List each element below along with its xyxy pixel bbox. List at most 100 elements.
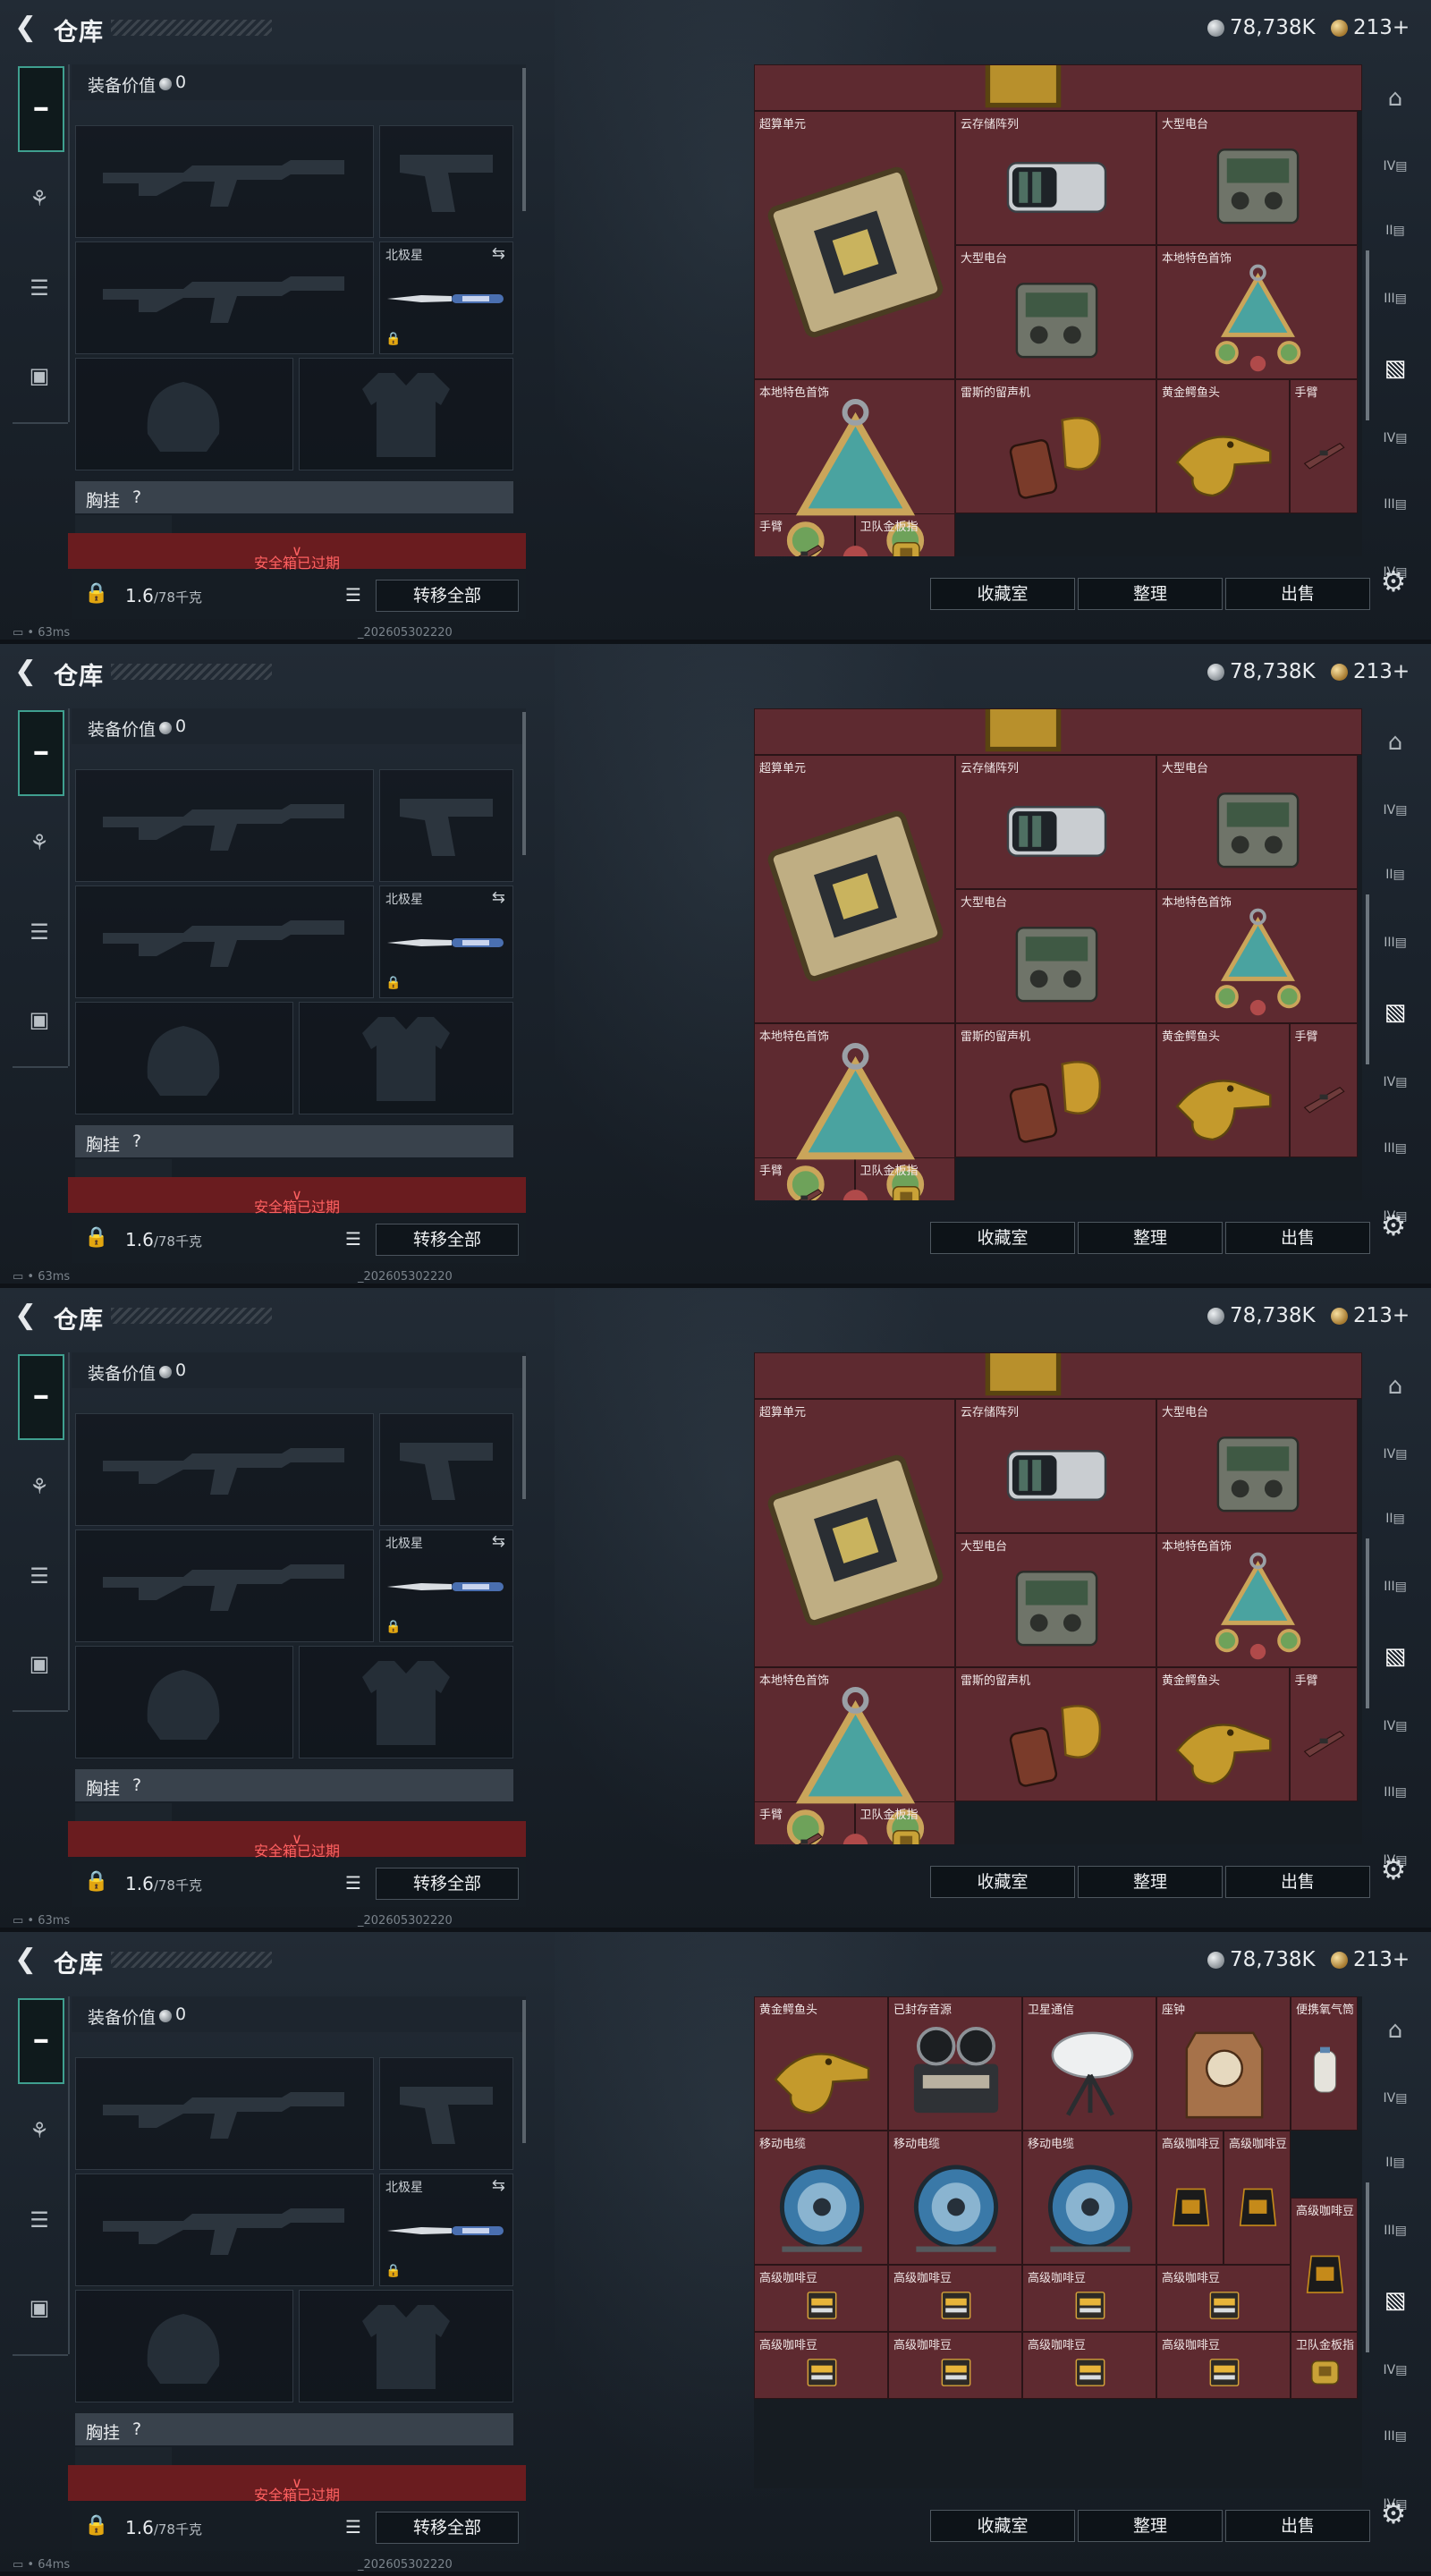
tab-armor[interactable]: ⚘ — [18, 1465, 61, 1508]
swap-icon[interactable]: ⇆ — [492, 244, 505, 263]
sort-button[interactable]: 整理 — [1078, 1222, 1223, 1254]
primary-weapon-slot[interactable] — [75, 125, 374, 238]
storage-item[interactable]: 黄金鳄鱼头 — [754, 1996, 888, 2131]
secondary-weapon-slot[interactable] — [75, 886, 374, 998]
melee-slot[interactable]: 北极星 ⇆ 🔒 — [379, 1530, 513, 1642]
category-all-icon[interactable]: ⌂ — [1377, 1368, 1413, 1404]
category-tab-1[interactable]: IV▤ — [1377, 148, 1413, 184]
storage-item[interactable]: 本地特色首饰 — [754, 1667, 955, 1844]
transfer-all-button[interactable]: 转移全部 — [376, 1224, 519, 1256]
gold-balance[interactable]: 213+ — [1331, 1947, 1410, 1972]
swap-icon[interactable]: ⇆ — [492, 1532, 505, 1551]
sidearm-slot[interactable] — [379, 125, 513, 238]
back-arrow-icon[interactable]: ❮ — [14, 658, 41, 685]
storage-item[interactable]: 雷斯的留声机 — [955, 1023, 1156, 1157]
category-tab-5[interactable]: IV▤ — [1377, 1708, 1413, 1744]
category-all-icon[interactable]: ⌂ — [1377, 724, 1413, 760]
transfer-all-button[interactable]: 转移全部 — [376, 1868, 519, 1900]
gear-icon[interactable]: ⚙ — [1377, 1209, 1410, 1241]
category-tab-3[interactable]: III▤ — [1377, 925, 1413, 961]
equipment-scrollbar[interactable] — [522, 68, 526, 211]
storage-item[interactable]: 手臂 — [1289, 379, 1358, 513]
storage-item[interactable]: 雷斯的留声机 — [955, 1667, 1156, 1801]
storage-item[interactable]: 本地特色首饰 — [754, 379, 955, 556]
storage-item[interactable]: 高级咖啡豆 — [754, 2265, 888, 2332]
tab-vest[interactable]: ☰ — [18, 267, 61, 309]
collection-room-button[interactable]: 收藏室 — [930, 1222, 1075, 1254]
storage-item[interactable]: 大型电台 — [955, 889, 1156, 1023]
category-tab-5[interactable]: IV▤ — [1377, 2352, 1413, 2388]
storage-item[interactable]: 高级咖啡豆 — [1224, 2131, 1291, 2265]
equipment-scrollbar[interactable] — [522, 1356, 526, 1499]
category-all-icon[interactable]: ⌂ — [1377, 80, 1413, 116]
storage-cell-partial[interactable] — [754, 64, 1362, 111]
storage-item[interactable]: 高级咖啡豆 — [888, 2332, 1022, 2399]
armor-slot[interactable] — [299, 1002, 513, 1114]
tab-vest[interactable]: ☰ — [18, 1555, 61, 1597]
category-tab-2[interactable]: II▤ — [1377, 213, 1413, 249]
storage-grid[interactable]: 黄金鳄鱼头 已封存音源 卫星通信 座钟 便携氧气筒 移动电缆 移动电缆 移动电缆 高级咖啡豆 高级… — [754, 1996, 1362, 2488]
storage-grid[interactable]: 超算单元 云存储阵列 大型电台 大型电台 本地特色首饰 本地特色首饰 雷斯的留声机 黄金鳄鱼头… — [754, 708, 1362, 1200]
category-valuables-icon[interactable]: ▧ — [1377, 1639, 1413, 1674]
storage-item[interactable]: 雷斯的留声机 — [955, 379, 1156, 513]
category-tab-1[interactable]: IV▤ — [1377, 2080, 1413, 2116]
storage-item[interactable]: 座钟 — [1156, 1996, 1291, 2131]
storage-item[interactable]: 云存储阵列 — [955, 111, 1156, 245]
category-all-icon[interactable]: ⌂ — [1377, 2012, 1413, 2048]
sell-button[interactable]: 出售 — [1225, 578, 1370, 610]
tab-weapons[interactable]: ━ — [18, 66, 64, 152]
category-tab-1[interactable]: IV▤ — [1377, 1436, 1413, 1472]
armor-slot[interactable] — [299, 358, 513, 470]
storage-item[interactable]: 移动电缆 — [888, 2131, 1022, 2265]
storage-item[interactable]: 手臂 — [1289, 1023, 1358, 1157]
storage-item[interactable]: 高级咖啡豆 — [1156, 2265, 1291, 2332]
gold-balance[interactable]: 213+ — [1331, 659, 1410, 684]
storage-item[interactable]: 大型电台 — [1156, 111, 1358, 245]
tab-backpack[interactable]: ▣ — [18, 1642, 61, 1685]
storage-scrollbar[interactable] — [1366, 1538, 1369, 1708]
helmet-slot[interactable] — [75, 1646, 293, 1758]
category-tab-3[interactable]: III▤ — [1377, 1569, 1413, 1605]
chest-rig-slot[interactable]: 胸挂 ? — [75, 1125, 513, 1157]
storage-item[interactable]: 高级咖啡豆 — [754, 2332, 888, 2399]
secondary-weapon-slot[interactable] — [75, 1530, 374, 1642]
category-valuables-icon[interactable]: ▧ — [1377, 995, 1413, 1030]
category-tab-6[interactable]: III▤ — [1377, 1775, 1413, 1810]
storage-item[interactable]: 超算单元 — [754, 1399, 955, 1667]
storage-item[interactable]: 超算单元 — [754, 755, 955, 1023]
sell-button[interactable]: 出售 — [1225, 1222, 1370, 1254]
category-tab-2[interactable]: II▤ — [1377, 1501, 1413, 1537]
tab-backpack[interactable]: ▣ — [18, 354, 61, 397]
safebox-expired-banner[interactable]: 安全箱已过期 ∨ — [68, 1177, 526, 1216]
sort-button[interactable]: 整理 — [1078, 1866, 1223, 1898]
storage-item[interactable]: 高级咖啡豆 — [888, 2265, 1022, 2332]
swap-icon[interactable]: ⇆ — [492, 888, 505, 907]
back-arrow-icon[interactable]: ❮ — [14, 1302, 41, 1329]
list-view-icon[interactable]: ☰ — [340, 2513, 367, 2540]
storage-item[interactable]: 本地特色首饰 — [1156, 1533, 1358, 1667]
category-tab-3[interactable]: III▤ — [1377, 281, 1413, 317]
gold-balance[interactable]: 213+ — [1331, 1303, 1410, 1328]
transfer-all-button[interactable]: 转移全部 — [376, 580, 519, 612]
safebox-expired-banner[interactable]: 安全箱已过期 ∨ — [68, 2465, 526, 2504]
storage-item[interactable]: 本地特色首饰 — [1156, 889, 1358, 1023]
safebox-expired-banner[interactable]: 安全箱已过期 ∨ — [68, 1821, 526, 1860]
storage-scrollbar[interactable] — [1366, 250, 1369, 420]
tab-weapons[interactable]: ━ — [18, 710, 64, 796]
secondary-weapon-slot[interactable] — [75, 2174, 374, 2286]
sell-button[interactable]: 出售 — [1225, 1866, 1370, 1898]
storage-item[interactable]: 卫队金板指 — [1291, 2332, 1358, 2399]
storage-item[interactable]: 超算单元 — [754, 111, 955, 379]
tab-backpack[interactable]: ▣ — [18, 998, 61, 1041]
storage-cell-partial[interactable] — [754, 708, 1362, 755]
armor-slot[interactable] — [299, 1646, 513, 1758]
storage-item[interactable]: 本地特色首饰 — [1156, 245, 1358, 379]
secondary-weapon-slot[interactable] — [75, 242, 374, 354]
category-tab-1[interactable]: IV▤ — [1377, 792, 1413, 828]
storage-cell-partial[interactable] — [754, 1352, 1362, 1399]
transfer-all-button[interactable]: 转移全部 — [376, 2512, 519, 2544]
storage-item[interactable]: 高级咖啡豆 — [1022, 2332, 1156, 2399]
helmet-slot[interactable] — [75, 1002, 293, 1114]
category-tab-2[interactable]: II▤ — [1377, 857, 1413, 893]
sidearm-slot[interactable] — [379, 769, 513, 882]
